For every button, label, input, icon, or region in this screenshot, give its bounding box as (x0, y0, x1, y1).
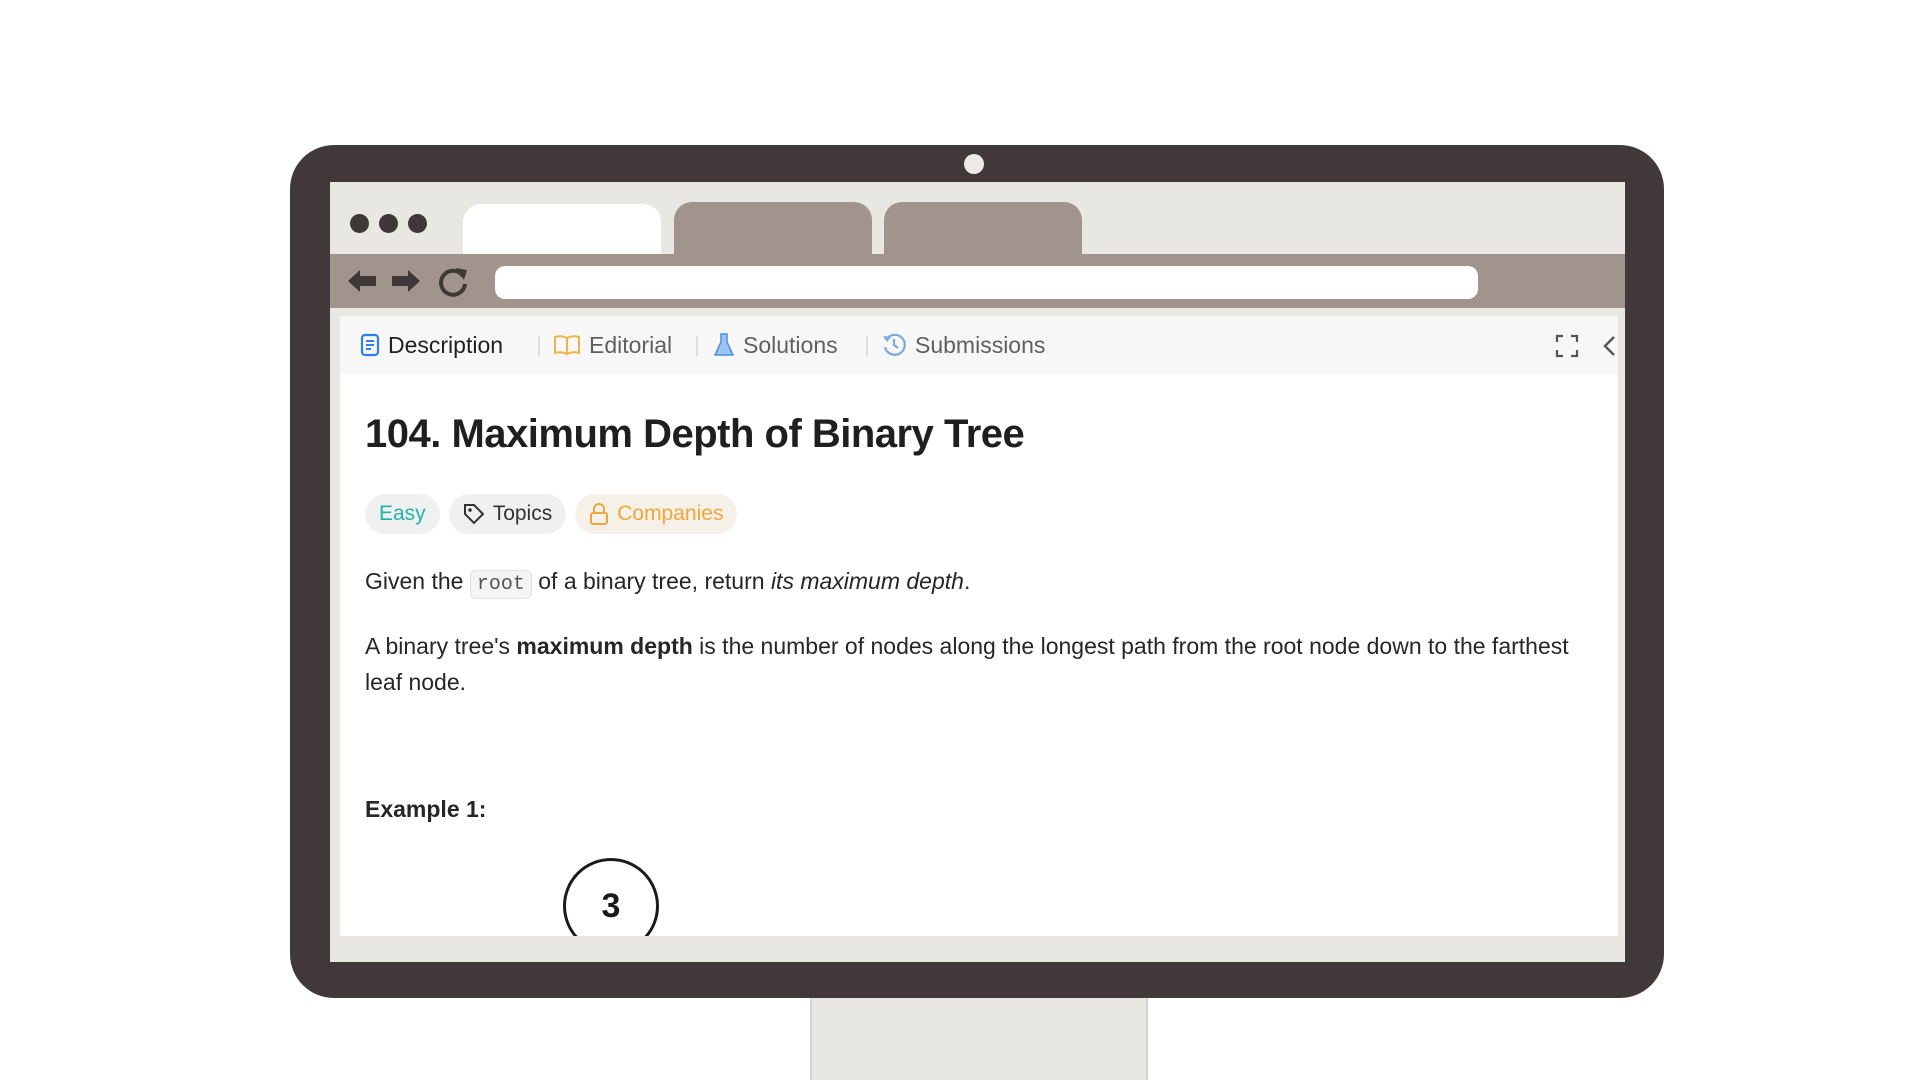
browser-tab-2[interactable] (674, 202, 872, 254)
tab-editorial-label: Editorial (589, 331, 673, 358)
forward-arrow-icon[interactable] (390, 266, 422, 296)
flask-icon (713, 333, 735, 356)
tag-icon (463, 504, 485, 525)
tab-divider (866, 336, 868, 356)
minimize-dot[interactable] (379, 214, 398, 233)
history-icon (883, 333, 906, 356)
lock-icon (590, 503, 609, 525)
problem-badges: Easy Topics Companies (365, 494, 738, 534)
webcam (964, 154, 984, 174)
companies-badge[interactable]: Companies (575, 494, 738, 534)
problem-definition: A binary tree's maximum depth is the num… (365, 628, 1590, 700)
tab-divider (696, 336, 698, 356)
close-dot[interactable] (350, 214, 369, 233)
difficulty-label: Easy (379, 502, 426, 525)
problem-title: 104. Maximum Depth of Binary Tree (365, 412, 1025, 456)
tab-submissions-label: Submissions (915, 331, 1046, 358)
tab-divider (538, 336, 540, 356)
statement-text-middle: of a binary tree, return (531, 568, 771, 594)
tab-solutions[interactable]: Solutions (713, 316, 838, 374)
tab-editorial[interactable]: Editorial (553, 316, 672, 374)
definition-text-start: A binary tree's (365, 633, 517, 659)
address-bar[interactable] (495, 266, 1478, 299)
back-arrow-icon[interactable] (346, 266, 378, 296)
tab-submissions[interactable]: Submissions (881, 316, 1045, 374)
definition-strong: maximum depth (516, 633, 693, 659)
problem-page: Description Editorial Solutions Submissi… (340, 316, 1618, 936)
browser-tab-active[interactable] (463, 204, 661, 254)
problem-statement: Given the root of a binary tree, return … (365, 563, 1590, 603)
navigation-bar (330, 254, 1625, 308)
description-icon (360, 333, 380, 357)
topics-badge[interactable]: Topics (448, 494, 567, 534)
browser-tab-3[interactable] (884, 202, 1082, 254)
tree-node-value: 3 (601, 886, 621, 925)
reload-icon[interactable] (436, 266, 470, 298)
topics-label: Topics (492, 502, 553, 525)
example-heading: Example 1: (365, 796, 487, 822)
tab-description[interactable]: Description (360, 316, 503, 374)
statement-text-start: Given the (365, 568, 470, 594)
fullscreen-icon[interactable] (1555, 334, 1579, 358)
problem-tabs-bar: Description Editorial Solutions Submissi… (340, 316, 1618, 374)
window-controls (350, 214, 427, 233)
book-icon (554, 335, 580, 356)
tab-solutions-label: Solutions (743, 331, 838, 358)
tree-node: 3 (563, 858, 659, 936)
collapse-chevron-icon[interactable] (1600, 334, 1618, 358)
browser-window: Description Editorial Solutions Submissi… (330, 182, 1625, 962)
maximize-dot[interactable] (408, 214, 427, 233)
difficulty-badge: Easy (365, 494, 440, 534)
tab-description-label: Description (388, 331, 504, 358)
companies-label: Companies (617, 502, 724, 525)
statement-text-end: . (963, 568, 971, 594)
inline-code-root: root (469, 570, 532, 599)
statement-emphasis: its maximum depth (770, 568, 964, 594)
monitor-stand (810, 995, 1148, 1080)
